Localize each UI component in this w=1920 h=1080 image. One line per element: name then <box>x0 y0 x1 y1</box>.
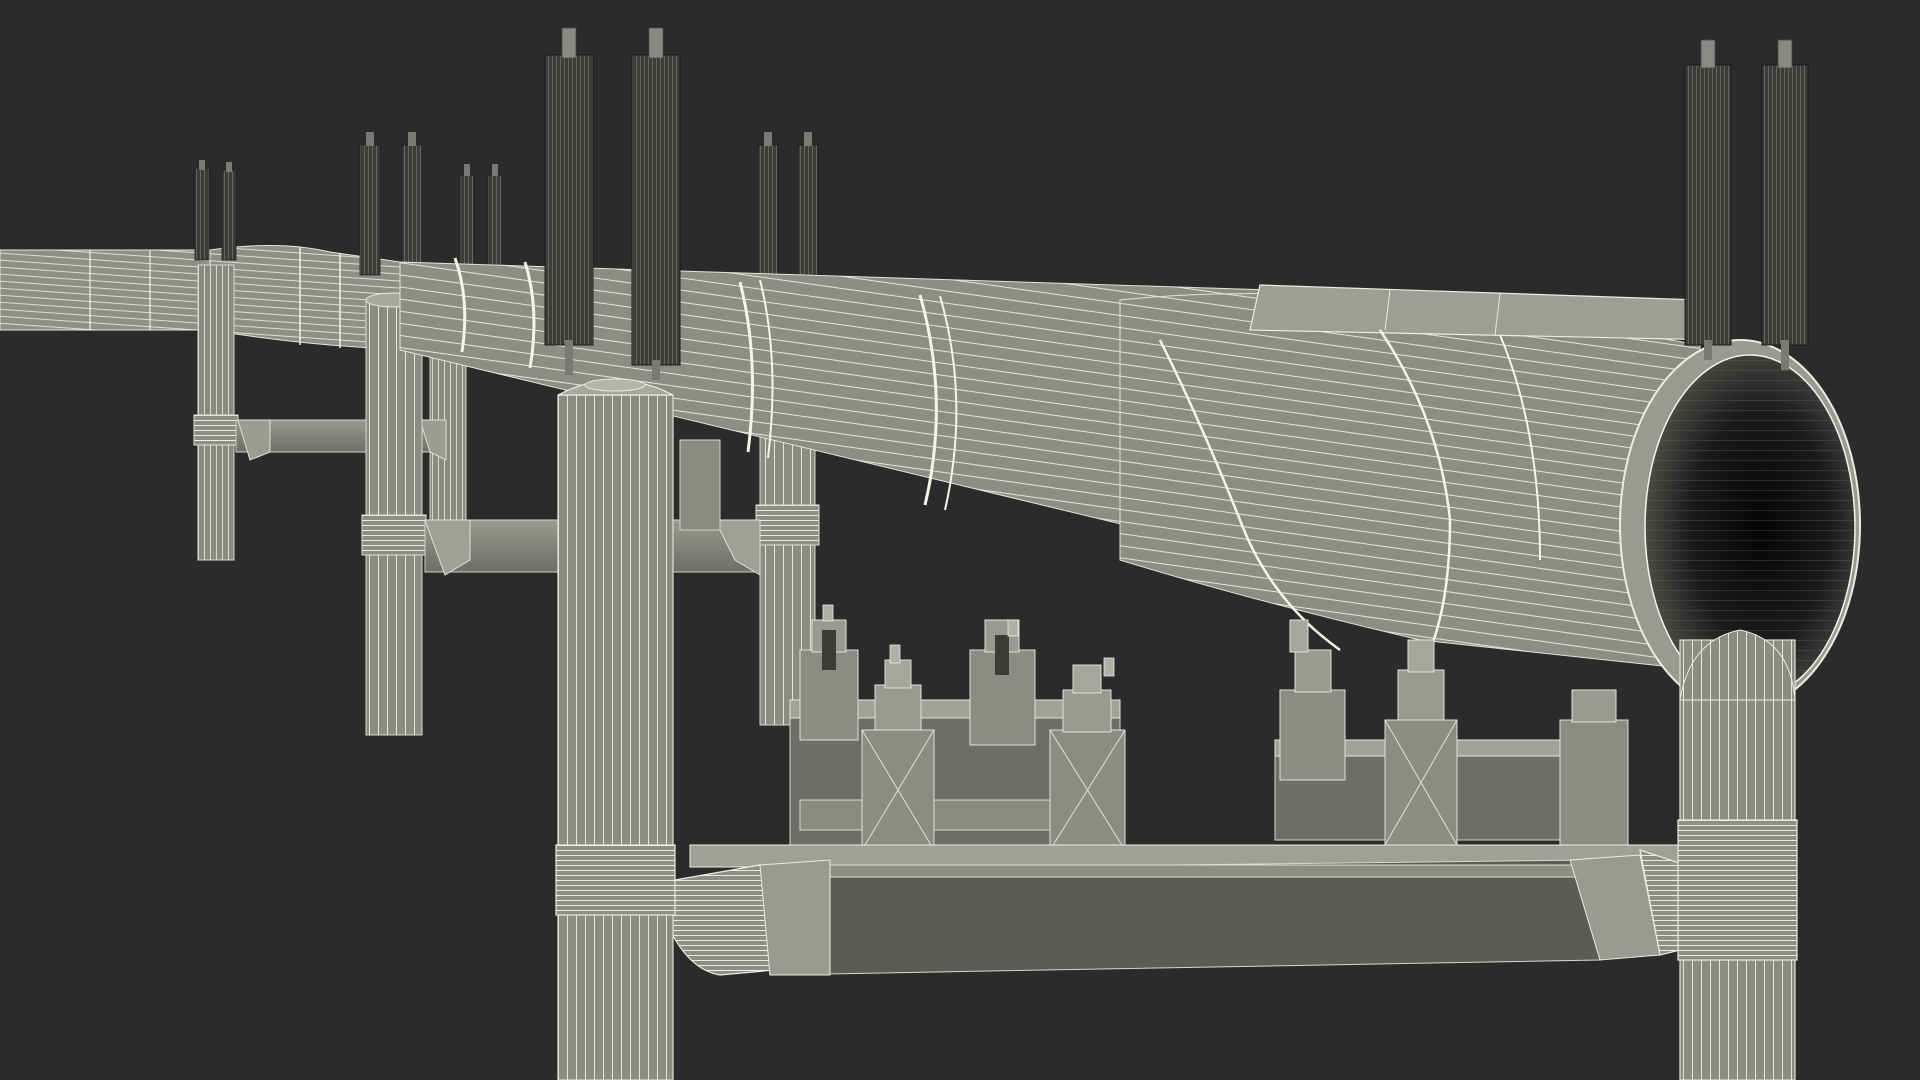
pipeline-wireframe-render <box>0 0 1920 1080</box>
near-column-right <box>1677 629 1798 1080</box>
near-cross-beam <box>669 844 1721 976</box>
near-column-left <box>555 378 676 1080</box>
